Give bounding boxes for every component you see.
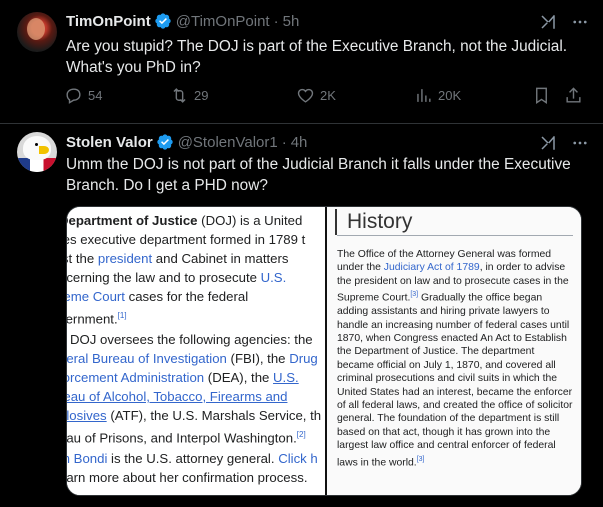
views-icon — [417, 89, 431, 102]
wiki-text: Gradually the office began adding assist… — [337, 292, 573, 469]
wiki-text: tes executive department formed in 1789 … — [66, 232, 306, 247]
wiki-link: reme Court — [67, 289, 125, 304]
separator: · — [273, 12, 279, 30]
wiki-text: (FBI), the — [226, 351, 290, 366]
tweet-text-line: What's you PhD in? — [66, 59, 201, 76]
views-button[interactable]: 20K — [414, 86, 461, 105]
wiki-heading: History — [335, 209, 573, 235]
separator: · — [281, 133, 287, 151]
reply-icon — [66, 88, 81, 104]
handle[interactable]: @TimOnPoint — [176, 13, 270, 30]
wiki-text: ist the — [67, 251, 95, 266]
avatar[interactable] — [17, 12, 57, 52]
tweet-text: Are you stupid? The DOJ is part of the E… — [66, 36, 586, 78]
wiki-text: (DEA), the — [204, 370, 274, 385]
tweet-text-line: Branch. Do I get a PHD now? — [66, 177, 268, 194]
reply-count: 54 — [88, 88, 103, 103]
wiki-link: reau of Alcohol, Tobacco, Firearms and — [66, 389, 288, 404]
tweet[interactable]: TimOnPoint @TimOnPoint · 5h Are you stup… — [0, 0, 603, 124]
retweet-icon — [173, 88, 186, 103]
wiki-link: Click h — [278, 451, 318, 466]
wiki-ref: [3] — [410, 291, 419, 299]
wiki-text: is the U.S. attorney general. — [107, 451, 279, 466]
share-icon — [566, 87, 581, 103]
bookmark-icon — [536, 87, 547, 104]
wiki-link: Judiciary Act of 1789 — [383, 262, 480, 274]
more-icon[interactable] — [571, 134, 589, 152]
grok-icon[interactable] — [539, 13, 557, 31]
wiki-link: m Bondi — [67, 451, 108, 466]
wiki-excerpt-right: History The Office of the Attorney Gener… — [327, 207, 581, 495]
wiki-ref: [3] — [416, 455, 425, 463]
wiki-ref: [1] — [117, 311, 127, 320]
timestamp[interactable]: 4h — [291, 134, 308, 151]
wiki-text: e DOJ oversees the following agencies: t… — [66, 332, 313, 347]
wiki-link: U.S. — [273, 370, 299, 385]
wiki-link: forcement Administration — [66, 370, 205, 385]
like-icon — [297, 88, 314, 103]
wiki-text: (ATF), the U.S. Marshals Service, th — [106, 408, 322, 423]
verified-badge-icon — [157, 134, 173, 150]
wiki-text: cases for the federal — [124, 289, 249, 304]
wiki-excerpt-left: Department of Justice (DOJ) is a United … — [66, 207, 325, 495]
grok-icon[interactable] — [539, 134, 557, 152]
more-icon[interactable] — [571, 13, 589, 31]
tweet-header: Stolen Valor @StolenValor1 · 4h — [66, 133, 307, 151]
wiki-link: president — [97, 251, 153, 266]
wiki-link: U.S. — [260, 270, 287, 285]
wiki-text: vernment. — [66, 311, 118, 327]
wiki-text: Department of Justice — [66, 213, 198, 228]
attached-image[interactable]: Department of Justice (DOJ) is a United … — [66, 206, 582, 496]
display-name[interactable]: Stolen Valor — [66, 134, 153, 151]
share-button[interactable] — [564, 86, 588, 105]
retweet-button[interactable]: 29 — [170, 86, 208, 105]
views-count: 20K — [438, 88, 462, 103]
display-name[interactable]: TimOnPoint — [66, 13, 151, 30]
wiki-text: ncerning the law and to prosecute — [66, 270, 261, 285]
handle[interactable]: @StolenValor1 — [178, 134, 278, 151]
timestamp[interactable]: 5h — [283, 13, 300, 30]
tweet-text-line: Are you stupid? The DOJ is part of the E… — [66, 38, 568, 55]
wiki-ref: [2] — [296, 430, 306, 439]
wiki-paragraph: The Office of the Attorney General was f… — [337, 242, 573, 469]
bookmark-button[interactable] — [532, 86, 556, 105]
wiki-link: Drug — [289, 351, 318, 366]
wiki-link: deral Bureau of Investigation — [66, 351, 227, 366]
verified-badge-icon — [155, 13, 171, 29]
like-button[interactable]: 2K — [296, 86, 336, 105]
like-count: 2K — [320, 88, 336, 103]
action-bar: 54 29 2K 20K — [62, 86, 592, 108]
tweet-header: TimOnPoint @TimOnPoint · 5h — [66, 12, 299, 30]
tweet[interactable]: Stolen Valor @StolenValor1 · 4h Umm the … — [0, 124, 603, 507]
wiki-text: eau of Prisons, and Interpol Washington. — [66, 430, 297, 446]
wiki-text: earn more about her confirmation process… — [66, 470, 308, 485]
reply-button[interactable]: 54 — [64, 86, 102, 105]
tweet-text-line: Umm the DOJ is not part of the Judicial … — [66, 156, 571, 173]
tweet-text: Umm the DOJ is not part of the Judicial … — [66, 154, 586, 196]
wiki-link: plosives — [66, 408, 107, 423]
divider — [337, 235, 573, 236]
wiki-text: (DOJ) is a United — [197, 213, 303, 228]
wiki-text: and Cabinet in matters — [152, 251, 289, 266]
retweet-count: 29 — [194, 88, 209, 103]
avatar[interactable] — [17, 132, 57, 172]
